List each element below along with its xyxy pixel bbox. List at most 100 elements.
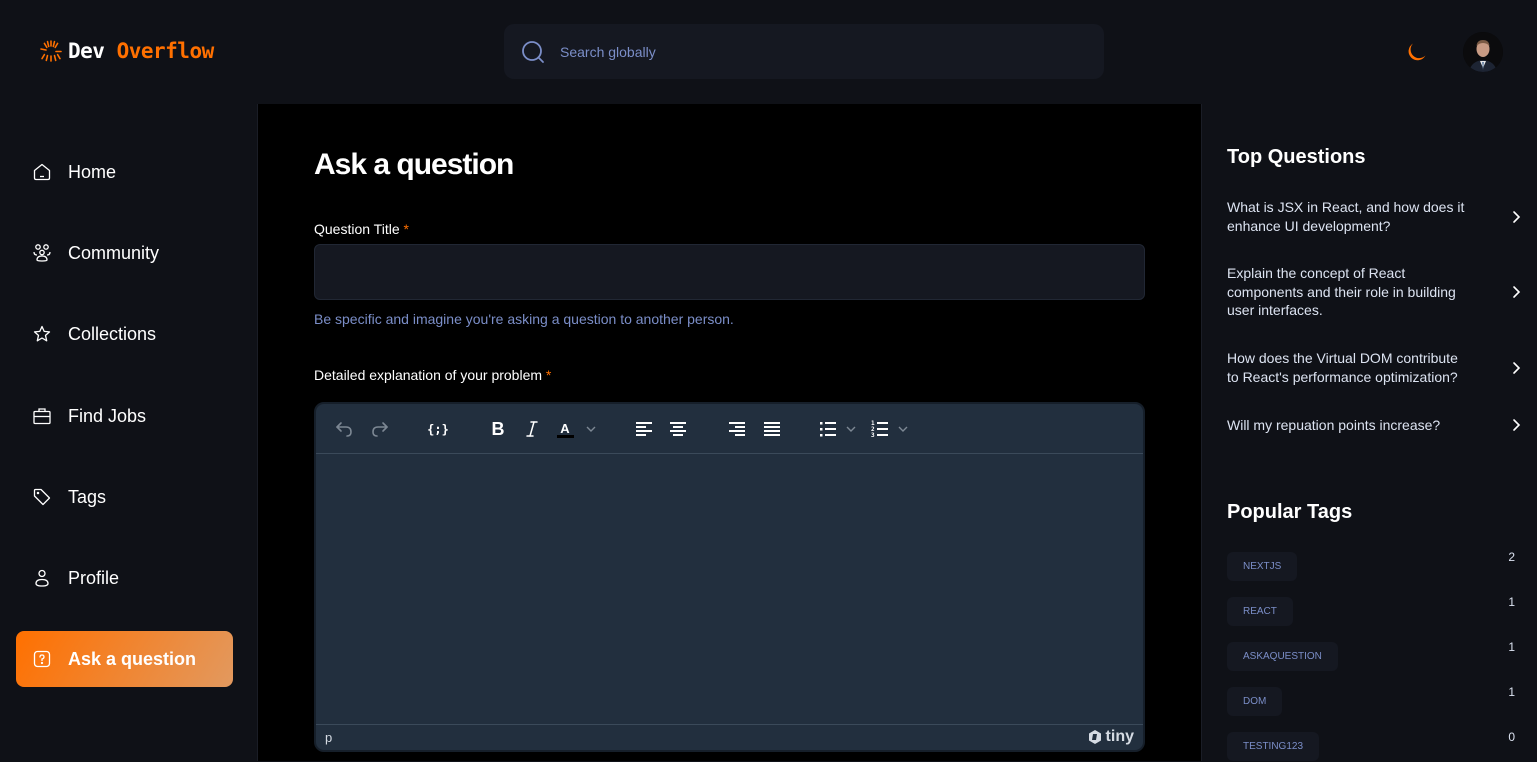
align-left-icon [636, 422, 652, 436]
popular-tag-row: ASKAQUESTION 1 [1227, 640, 1525, 672]
explanation-label-text: Detailed explanation of your problem [314, 367, 543, 383]
rich-text-editor: {;} B A 1 2 3 p tiny [314, 402, 1145, 752]
align-justify-icon [764, 422, 780, 436]
editor-statusbar: p tiny [316, 724, 1143, 750]
tag-badge[interactable]: TESTING123 [1227, 732, 1320, 761]
required-mark: * [403, 221, 409, 237]
bold-icon: B [492, 419, 505, 439]
top-question-text: Will my repuation points increase? [1227, 417, 1441, 433]
tag-badge[interactable]: DOM [1227, 687, 1283, 716]
svg-text:A: A [560, 421, 570, 436]
top-question-item[interactable]: What is JSX in React, and how does it en… [1227, 198, 1525, 235]
home-icon [33, 163, 51, 181]
redo-icon [372, 422, 388, 437]
user-icon [35, 569, 49, 587]
explanation-label: Detailed explanation of your problem * [314, 367, 551, 383]
tiny-branding[interactable]: tiny [1087, 728, 1134, 746]
logo-text-overflow: Overflow [116, 39, 215, 63]
sidebar-item-community[interactable]: Community [16, 225, 233, 281]
search-icon [522, 40, 544, 63]
main-content: Ask a question Question Title * Be speci… [258, 104, 1201, 761]
italic-icon [526, 421, 538, 437]
bullet-list-button[interactable] [818, 415, 862, 443]
svg-text:B: B [492, 419, 505, 439]
users-icon [33, 244, 51, 262]
align-center-button[interactable] [666, 415, 690, 443]
sidebar-item-tags[interactable]: Tags [16, 469, 233, 525]
svg-text:{;}: {;} [428, 423, 448, 437]
popular-tags-title: Popular Tags [1227, 501, 1353, 523]
tiny-text: tiny [1105, 728, 1134, 745]
code-sample-button[interactable]: {;} [426, 415, 450, 443]
align-right-button[interactable] [725, 415, 749, 443]
tag-count: 0 [1508, 730, 1515, 744]
redo-button[interactable] [368, 415, 392, 443]
bold-button[interactable]: B [486, 415, 510, 443]
question-title-hint: Be specific and imagine you're asking a … [314, 311, 734, 327]
popular-tag-row: DOM 1 [1227, 685, 1525, 717]
align-left-button[interactable] [632, 415, 656, 443]
popular-tag-row: TESTING123 0 [1227, 730, 1525, 762]
question-icon [33, 650, 51, 668]
top-question-item[interactable]: Will my repuation points increase? [1227, 416, 1525, 435]
sidebar-item-label: Collections [68, 323, 157, 344]
bullet-list-icon [820, 422, 856, 437]
top-questions-title: Top Questions [1227, 146, 1366, 168]
top-question-item[interactable]: Explain the concept of React components … [1227, 264, 1525, 320]
star-icon [33, 325, 51, 342]
sidebar-item-profile[interactable]: Profile [16, 550, 233, 606]
avatar-image [1463, 32, 1503, 72]
required-mark: * [545, 367, 552, 383]
align-justify-button[interactable] [760, 415, 784, 443]
chevron-right-icon [1513, 285, 1521, 298]
tag-badge[interactable]: REACT [1227, 597, 1293, 626]
global-search [504, 24, 1104, 79]
search-input[interactable] [560, 43, 1060, 60]
tag-count: 1 [1508, 640, 1515, 654]
sidebar-item-label: Profile [68, 567, 120, 588]
editor-content-area[interactable] [316, 454, 1143, 726]
chevron-right-icon [1513, 361, 1521, 374]
question-title-label-text: Question Title [314, 221, 400, 237]
top-question-text: How does the Virtual DOM contribute to R… [1227, 350, 1458, 385]
right-sidebar: Top Questions What is JSX in React, and … [1201, 104, 1537, 761]
svg-text:3: 3 [871, 432, 875, 439]
tag-count: 1 [1508, 685, 1515, 699]
top-question-text: Explain the concept of React components … [1227, 265, 1456, 318]
popular-tag-row: REACT 1 [1227, 595, 1525, 627]
sidebar-item-label: Ask a question [68, 648, 197, 669]
italic-button[interactable] [520, 415, 544, 443]
left-sidebar: Home Community Collections Find Jobs Tag… [0, 104, 258, 761]
undo-button[interactable] [332, 415, 356, 443]
text-color-button[interactable]: A [554, 415, 598, 443]
page-title: Ask a question [314, 148, 514, 181]
sidebar-item-find-jobs[interactable]: Find Jobs [16, 388, 233, 444]
sidebar-item-label: Tags [68, 486, 107, 507]
element-path[interactable]: p [325, 730, 332, 745]
editor-toolbar: {;} B A 1 2 3 [316, 404, 1143, 454]
logo-text-dev: Dev [68, 39, 105, 63]
top-question-item[interactable]: How does the Virtual DOM contribute to R… [1227, 349, 1525, 386]
tag-badge[interactable]: NEXTJS [1227, 552, 1298, 581]
avatar[interactable] [1463, 32, 1503, 72]
sidebar-item-ask-question[interactable]: Ask a question [16, 631, 233, 687]
code-braces-icon: {;} [428, 423, 448, 437]
top-navbar: Dev Overflow [0, 0, 1537, 104]
align-right-icon [729, 422, 745, 436]
align-center-icon [670, 422, 686, 436]
moon-icon[interactable] [1404, 40, 1428, 64]
chevron-right-icon [1513, 210, 1521, 223]
tag-count: 2 [1508, 550, 1515, 564]
text-color-icon: A [557, 421, 596, 438]
question-title-input[interactable] [314, 244, 1145, 300]
top-question-text: What is JSX in React, and how does it en… [1227, 199, 1465, 234]
sidebar-item-label: Home [68, 161, 117, 182]
popular-tag-row: NEXTJS 2 [1227, 550, 1525, 582]
tag-badge[interactable]: ASKAQUESTION [1227, 642, 1338, 671]
sidebar-item-label: Find Jobs [68, 405, 147, 426]
tiny-logo-icon [1088, 730, 1101, 744]
sidebar-item-home[interactable]: Home [16, 144, 233, 200]
numbered-list-button[interactable]: 123 [870, 415, 914, 443]
sidebar-item-collections[interactable]: Collections [16, 306, 233, 362]
logo[interactable]: Dev Overflow [38, 38, 214, 64]
